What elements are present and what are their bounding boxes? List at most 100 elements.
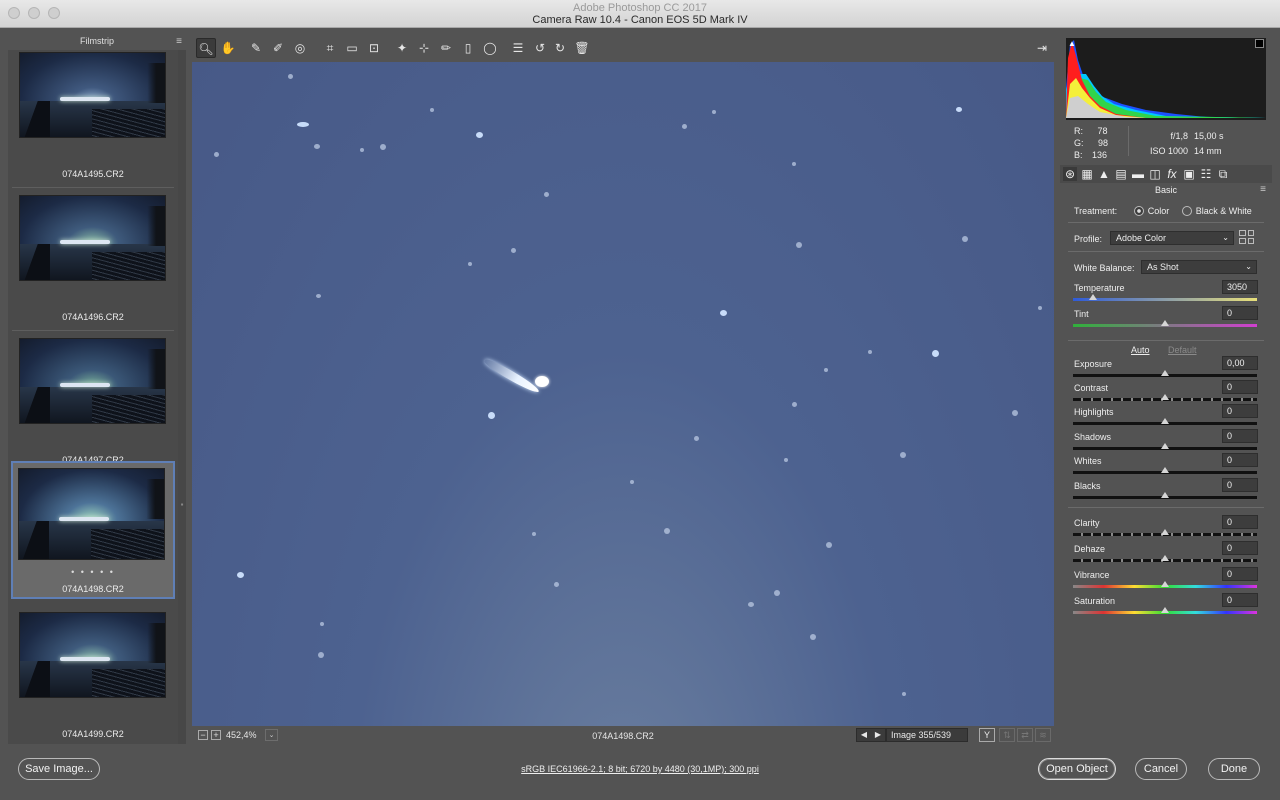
treatment-label: Treatment:: [1074, 206, 1118, 216]
open-object-button[interactable]: Open Object: [1038, 758, 1116, 780]
white-balance-dropdown[interactable]: As Shot ⌄: [1141, 260, 1257, 274]
slider-thumb[interactable]: [1161, 467, 1169, 473]
filmstrip-item[interactable]: 074A1496.CR2: [12, 193, 174, 331]
image-preview[interactable]: [192, 62, 1054, 726]
preferences-icon[interactable]: ☰: [508, 38, 528, 58]
trash-icon[interactable]: 🗑︎: [572, 38, 592, 58]
toolbar: 🔍︎ ✋ ✎ ✐ ◎ ⌗ ▭ ⊡ ✦ ⊹ ✏ ▯ ◯ ☰ ↺ ↻ 🗑︎ ⇥: [192, 38, 1054, 60]
snapshots-tab-icon[interactable]: ⧉: [1216, 167, 1230, 182]
slider-value-field[interactable]: 0: [1222, 567, 1258, 581]
star: [468, 262, 472, 266]
star: [214, 152, 219, 157]
slider-thumb[interactable]: [1161, 492, 1169, 498]
slider-value-field[interactable]: 0: [1222, 515, 1258, 529]
cancel-button[interactable]: Cancel: [1135, 758, 1187, 780]
slider-thumb[interactable]: [1161, 320, 1169, 326]
tone-curve-tab-icon[interactable]: ▦: [1080, 167, 1094, 181]
filmstrip-item[interactable]: 074A1495.CR2: [12, 50, 174, 188]
slider-label: Blacks: [1074, 481, 1101, 491]
filmstrip[interactable]: 074A1495.CR2 074A1496.CR2 074A1497.CR2 •…: [8, 50, 178, 744]
graduated-filter-tool-icon[interactable]: ▯: [458, 38, 478, 58]
slider-thumb[interactable]: [1161, 394, 1169, 400]
profile-dropdown[interactable]: Adobe Color ⌄: [1110, 231, 1234, 245]
detail-tab-icon[interactable]: ▲: [1097, 167, 1111, 181]
filmstrip-menu-icon[interactable]: ≡: [176, 36, 182, 47]
slider-value-field[interactable]: 3050: [1222, 280, 1258, 294]
copy-settings-icon[interactable]: ⇄: [1017, 728, 1033, 742]
treatment-color-option[interactable]: Color: [1133, 206, 1169, 216]
red-eye-tool-icon[interactable]: ⊹: [414, 38, 434, 58]
histogram: ▲: [1066, 38, 1266, 120]
slider-value-field[interactable]: 0: [1222, 306, 1258, 320]
slider-thumb[interactable]: [1161, 607, 1169, 613]
slider-label: Saturation: [1074, 596, 1116, 606]
before-after-button[interactable]: Y: [979, 728, 995, 742]
slider-value-field[interactable]: 0: [1222, 593, 1258, 607]
star: [826, 542, 832, 548]
targeted-adjustment-tool-icon[interactable]: ◎: [290, 38, 310, 58]
split-toning-tab-icon[interactable]: ▬: [1131, 167, 1145, 181]
slider-value-field[interactable]: 0: [1222, 380, 1258, 394]
effects-tab-icon[interactable]: fx: [1165, 167, 1179, 181]
thumbnail: [19, 338, 166, 424]
filmstrip-item[interactable]: 074A1499.CR2: [12, 610, 174, 744]
slider-thumb[interactable]: [1161, 555, 1169, 561]
treatment-bw-option[interactable]: Black & White: [1181, 206, 1252, 216]
straighten-tool-icon[interactable]: ▭: [342, 38, 362, 58]
slider-value-field[interactable]: 0: [1222, 429, 1258, 443]
slider-thumb[interactable]: [1161, 370, 1169, 376]
auto-link[interactable]: Auto: [1131, 345, 1150, 355]
hand-tool-icon[interactable]: ✋: [218, 38, 238, 58]
calibration-tab-icon[interactable]: ▣: [1182, 167, 1196, 181]
slider-thumb[interactable]: [1161, 418, 1169, 424]
crop-tool-icon[interactable]: ⌗: [320, 38, 340, 58]
filmstrip-header: Filmstrip ≡: [8, 36, 186, 50]
toggle-settings-icon[interactable]: ≋: [1035, 728, 1051, 742]
next-image-icon[interactable]: ▶: [875, 729, 881, 741]
fullscreen-toggle-icon[interactable]: ⇥: [1032, 38, 1052, 58]
slider-thumb[interactable]: [1161, 443, 1169, 449]
prev-image-icon[interactable]: ◀: [861, 729, 867, 741]
slider-thumb[interactable]: [1089, 294, 1098, 300]
star: [792, 162, 796, 166]
basic-tab-icon[interactable]: ⊛: [1063, 167, 1077, 181]
color-sampler-tool-icon[interactable]: ✐: [268, 38, 288, 58]
star: [1038, 306, 1042, 310]
rating-stars[interactable]: • • • • •: [13, 567, 173, 577]
slider-value-field[interactable]: 0: [1222, 404, 1258, 418]
done-button[interactable]: Done: [1208, 758, 1260, 780]
adjustment-brush-tool-icon[interactable]: ✏: [436, 38, 456, 58]
slider-value-field[interactable]: 0: [1222, 478, 1258, 492]
slider-thumb[interactable]: [1161, 581, 1169, 587]
slider-track[interactable]: [1073, 298, 1257, 301]
star: [314, 144, 320, 149]
default-link[interactable]: Default: [1168, 345, 1197, 355]
profile-browser-icon[interactable]: [1239, 230, 1254, 244]
rotate-ccw-icon[interactable]: ↺: [530, 38, 550, 58]
slider-value-field[interactable]: 0: [1222, 453, 1258, 467]
treatment-row: Treatment: Color Black & White: [1074, 206, 1252, 216]
filmstrip-scrollbar[interactable]: [178, 50, 186, 744]
star: [544, 192, 549, 197]
white-balance-tool-icon[interactable]: ✎: [246, 38, 266, 58]
rotate-cw-icon[interactable]: ↻: [550, 38, 570, 58]
highlight-clipping-icon[interactable]: [1255, 39, 1264, 48]
star: [694, 436, 699, 441]
swap-settings-icon[interactable]: ⇅: [999, 728, 1015, 742]
transform-tool-icon[interactable]: ⊡: [364, 38, 384, 58]
spot-removal-tool-icon[interactable]: ✦: [392, 38, 412, 58]
lens-tab-icon[interactable]: ◫: [1148, 167, 1162, 181]
filmstrip-item[interactable]: 074A1497.CR2: [12, 336, 174, 474]
slider-value-field[interactable]: 0: [1222, 541, 1258, 555]
filmstrip-resize-handle[interactable]: ▪: [178, 500, 186, 509]
filmstrip-filename: 074A1495.CR2: [62, 169, 124, 179]
presets-tab-icon[interactable]: ☷: [1199, 167, 1213, 181]
slider-value-field[interactable]: 0,00: [1222, 356, 1258, 370]
zoom-tool-icon[interactable]: 🔍︎: [196, 38, 216, 58]
radial-filter-tool-icon[interactable]: ◯: [480, 38, 500, 58]
panel-menu-icon[interactable]: ≡: [1260, 184, 1266, 195]
hsl-tab-icon[interactable]: ▤: [1114, 167, 1128, 181]
shadow-clipping-icon[interactable]: ▲: [1068, 39, 1076, 48]
filmstrip-item-selected[interactable]: • • • • • 074A1498.CR2: [11, 461, 175, 599]
slider-thumb[interactable]: [1161, 529, 1169, 535]
